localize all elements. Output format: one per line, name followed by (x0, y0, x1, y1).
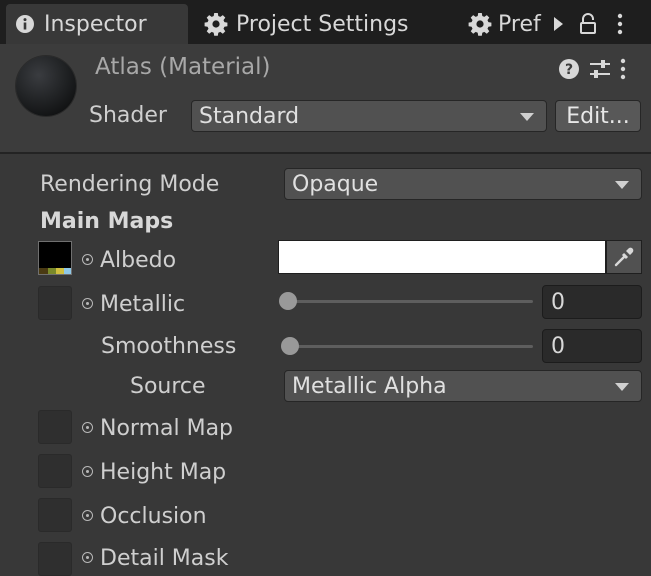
albedo-texture-slot[interactable] (38, 241, 72, 275)
tab-bar: Inspector Project Settings Pref (0, 0, 651, 44)
preset-sliders-icon[interactable] (588, 58, 612, 80)
tab-project-settings[interactable]: Project Settings (196, 4, 436, 44)
metallic-value-field[interactable]: 0 (542, 285, 642, 319)
svg-text:?: ? (565, 62, 573, 78)
metallic-slider-track[interactable] (289, 300, 533, 303)
more-options-icon[interactable] (604, 8, 636, 40)
detail-mask-label: Detail Mask (100, 546, 229, 571)
source-label: Source (130, 374, 206, 399)
chevron-down-icon (615, 181, 629, 189)
rendering-mode-label: Rendering Mode (40, 172, 220, 197)
source-dropdown[interactable]: Metallic Alpha (284, 370, 642, 402)
material-preview-sphere (16, 56, 76, 116)
header-more-icon[interactable] (620, 58, 626, 80)
tab-inspector[interactable]: Inspector (6, 4, 188, 44)
metallic-texture-slot[interactable] (38, 286, 72, 320)
smoothness-value-field[interactable]: 0 (542, 329, 642, 363)
albedo-preview-strip (48, 268, 56, 274)
tab-scroll-right-icon[interactable] (544, 8, 572, 40)
albedo-preview-strip (64, 268, 71, 274)
occlusion-label: Occlusion (100, 504, 207, 529)
tab-tools (544, 4, 636, 44)
occlusion-texture-slot[interactable] (38, 498, 72, 532)
height-map-texture-slot[interactable] (38, 454, 72, 488)
gear-icon (462, 12, 498, 36)
metallic-slider-handle[interactable] (279, 292, 297, 310)
albedo-color-field[interactable] (278, 240, 606, 274)
chevron-down-icon (520, 113, 534, 121)
object-picker-icon[interactable] (82, 422, 93, 433)
smoothness-slider-handle[interactable] (281, 337, 299, 355)
shader-label: Shader (89, 103, 167, 128)
detail-mask-texture-slot[interactable] (38, 542, 72, 576)
source-value: Metallic Alpha (292, 373, 447, 399)
lock-icon[interactable] (572, 8, 604, 40)
eyedropper-icon (613, 246, 635, 268)
rendering-mode-value: Opaque (292, 171, 379, 197)
info-icon (6, 14, 44, 34)
object-picker-icon[interactable] (82, 510, 93, 521)
tab-preferences-label: Pref (498, 11, 541, 37)
albedo-preview-strip (56, 268, 64, 274)
edit-shader-button[interactable]: Edit... (555, 100, 641, 132)
header-icons: ? (558, 54, 626, 84)
help-icon[interactable]: ? (558, 58, 580, 80)
smoothness-label: Smoothness (101, 334, 237, 359)
material-title: Atlas (Material) (95, 54, 271, 80)
albedo-preview-strip (39, 268, 48, 274)
gear-icon (196, 12, 236, 36)
tab-project-settings-label: Project Settings (236, 11, 409, 37)
shader-dropdown[interactable]: Standard (191, 100, 547, 132)
object-picker-icon[interactable] (82, 466, 93, 477)
tab-preferences[interactable]: Pref (462, 4, 544, 44)
main-maps-heading: Main Maps (40, 209, 174, 234)
object-picker-icon[interactable] (82, 298, 93, 309)
chevron-down-icon (615, 383, 629, 391)
smoothness-slider-track[interactable] (291, 345, 533, 348)
object-picker-icon[interactable] (82, 254, 93, 265)
rendering-mode-dropdown[interactable]: Opaque (284, 168, 642, 200)
shader-value: Standard (199, 103, 300, 129)
eyedropper-button[interactable] (606, 240, 642, 274)
height-map-label: Height Map (100, 460, 227, 485)
normal-map-texture-slot[interactable] (38, 410, 72, 444)
tab-inspector-label: Inspector (44, 11, 147, 37)
normal-map-label: Normal Map (100, 416, 234, 441)
albedo-label: Albedo (100, 248, 177, 273)
metallic-label: Metallic (100, 292, 186, 317)
